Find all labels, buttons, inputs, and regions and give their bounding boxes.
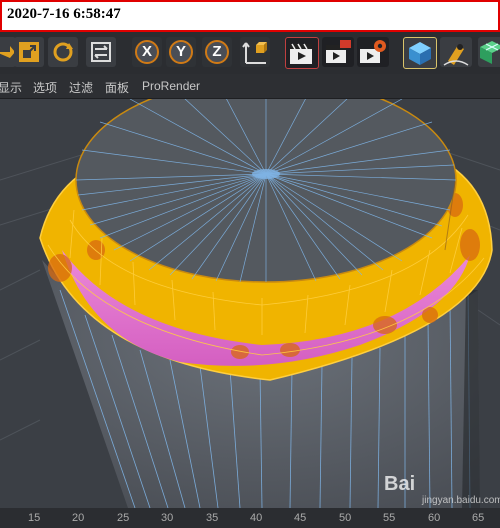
ruler-tick: 45 [294,512,307,524]
baidu-watermark: Bai [384,473,416,495]
watermark-subtext: jingyan.baidu.com [422,495,500,506]
ruler-tick: 50 [339,512,352,524]
pen-icon[interactable] [440,37,472,67]
ruler-tick: 65 [472,512,485,524]
axis-x-icon: X [135,40,159,64]
axis-y-icon: Y [169,40,193,64]
ruler-tick: 15 [28,512,41,524]
menu-filter[interactable]: 过滤 [69,79,93,96]
axis-y-button[interactable]: Y [166,37,196,67]
timeline-ruler[interactable]: 15 20 25 30 35 40 45 50 55 60 65 [0,508,500,528]
render-view-icon[interactable] [285,37,319,69]
ruler-tick: 20 [72,512,85,524]
timestamp-text: 2020-7-16 6:58:47 [7,6,121,22]
transform-icon[interactable] [86,37,116,67]
main-toolbar: X Y Z [0,32,500,74]
cube-icon[interactable] [403,37,437,69]
viewport-menu-bar: 显示 选项 过滤 面板 ProRender [0,74,500,99]
axis-z-icon: Z [205,40,229,64]
ruler-tick: 60 [428,512,441,524]
menu-display[interactable]: 显示 [0,79,22,96]
axis-z-button[interactable]: Z [202,37,232,67]
menu-prorender[interactable]: ProRender [142,79,200,93]
subdivide-icon[interactable] [478,37,500,67]
3d-viewport[interactable] [0,99,500,508]
menu-options[interactable]: 选项 [33,79,57,96]
rotate-icon[interactable] [48,37,78,67]
ruler-tick: 35 [206,512,219,524]
coordinate-icon[interactable] [240,37,270,67]
ruler-tick: 40 [250,512,263,524]
ruler-tick: 55 [383,512,396,524]
viewport-canvas [0,99,500,508]
timestamp-banner: 2020-7-16 6:58:47 [0,0,500,32]
menu-panel[interactable]: 面板 [105,79,129,96]
scale-icon[interactable] [14,37,44,67]
render-settings-icon[interactable] [357,37,389,67]
axis-x-button[interactable]: X [132,37,162,67]
ruler-tick: 30 [161,512,174,524]
render-pv-icon[interactable] [322,37,354,67]
ruler-tick: 25 [117,512,130,524]
